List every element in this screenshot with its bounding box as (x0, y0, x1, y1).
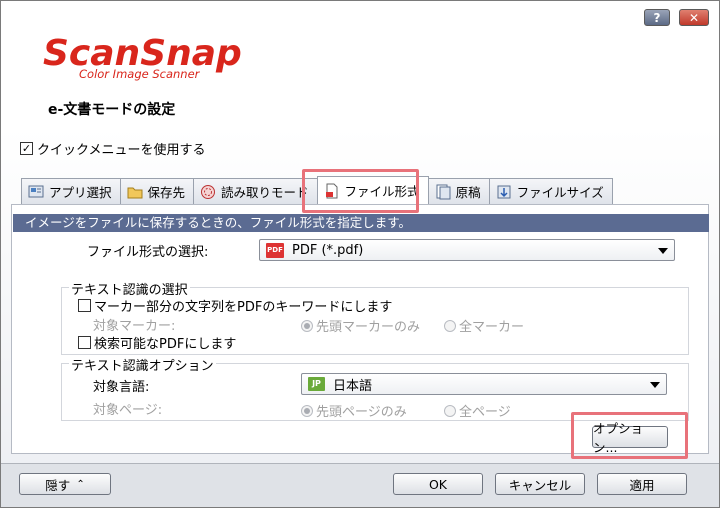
quick-menu-label: クイックメニューを使用する (37, 143, 206, 158)
pdf-icon: PDF (266, 242, 284, 258)
target-page-label: 対象ページ: (93, 403, 163, 418)
searchable-pdf-checkbox[interactable] (78, 336, 91, 349)
logo-tagline-text: Color Image Scanner (79, 67, 201, 81)
page-title: e-文書モードの設定 (48, 102, 176, 118)
language-icon: JP (308, 377, 325, 391)
text-options-group-label: テキスト認識オプション (69, 355, 216, 374)
tab-label: ファイル形式 (344, 184, 420, 199)
radio-button[interactable] (301, 404, 313, 417)
tab-document[interactable]: 原稿 (427, 178, 490, 204)
info-bar: イメージをファイルに保存するときの、ファイル形式を指定します。 (13, 214, 709, 232)
marker-keyword-option[interactable]: マーカー部分の文字列をPDFのキーワードにします (78, 296, 392, 315)
help-button[interactable]: ? (644, 9, 670, 26)
radio-button[interactable] (301, 319, 313, 332)
ok-button[interactable]: OK (393, 473, 483, 495)
cancel-button[interactable]: キャンセル (495, 473, 585, 495)
close-icon: ✕ (688, 10, 700, 25)
help-icon: ? (653, 10, 661, 25)
tab-bar: アプリ選択 保存先 読み取りモード ファイル形式 原稿 ファイルサイズ (21, 176, 613, 204)
scan-mode-icon (200, 184, 216, 200)
chevron-up-icon: ⌃ (76, 478, 85, 490)
file-format-value: PDF (*.pdf) (292, 242, 364, 258)
radio-button[interactable] (444, 319, 456, 332)
file-format-label: ファイル形式の選択: (87, 245, 209, 260)
radio-all-pages[interactable]: 全ページ (444, 401, 511, 420)
hide-button-label: 隠す (45, 477, 71, 493)
searchable-pdf-label: 検索可能なPDFにします (94, 337, 237, 352)
tab-file-format[interactable]: ファイル形式 (316, 176, 429, 204)
document-icon (435, 184, 451, 200)
target-language-select[interactable]: JP 日本語 (301, 373, 667, 395)
target-marker-label: 対象マーカー: (93, 319, 176, 334)
scansnap-logo: ScanSnap Color Image Scanner (43, 33, 242, 81)
tab-scan-mode[interactable]: 読み取りモード (193, 178, 318, 204)
close-button[interactable]: ✕ (679, 9, 709, 26)
tab-label: アプリ選択 (49, 185, 112, 200)
target-language-value: 日本語 (333, 378, 373, 394)
marker-keyword-label: マーカー部分の文字列をPDFのキーワードにします (94, 300, 393, 315)
tab-app-select[interactable]: アプリ選択 (21, 178, 121, 204)
file-size-icon (496, 184, 512, 200)
radio-label: 全マーカー (459, 320, 525, 335)
chevron-down-icon (658, 248, 668, 254)
tab-label: 原稿 (455, 185, 481, 200)
tab-save-location[interactable]: 保存先 (119, 178, 195, 204)
radio-first-marker[interactable]: 先頭マーカーのみ (301, 316, 420, 335)
file-format-select[interactable]: PDF PDF (*.pdf) (259, 239, 675, 261)
options-button[interactable]: オプション... (592, 421, 668, 455)
settings-window: ? ✕ ScanSnap Color Image Scanner e-文書モード… (0, 0, 720, 508)
searchable-pdf-option[interactable]: 検索可能なPDFにします (78, 333, 236, 352)
tab-label: 保存先 (147, 185, 186, 200)
quick-menu-option[interactable]: ✓ クイックメニューを使用する (20, 139, 205, 158)
radio-button[interactable] (444, 404, 456, 417)
folder-icon (127, 184, 143, 200)
tab-file-size[interactable]: ファイルサイズ (488, 178, 613, 204)
target-language-label: 対象言語: (93, 380, 150, 395)
file-format-icon (324, 183, 340, 199)
radio-label: 先頭ページのみ (316, 405, 407, 420)
hide-button[interactable]: 隠す ⌃ (19, 473, 111, 495)
radio-all-markers[interactable]: 全マーカー (444, 316, 524, 335)
radio-first-page[interactable]: 先頭ページのみ (301, 401, 407, 420)
marker-keyword-checkbox[interactable] (78, 299, 91, 312)
tab-label: ファイルサイズ (516, 185, 604, 200)
app-select-icon (28, 184, 44, 200)
tab-label: 読み取りモード (221, 185, 309, 200)
chevron-down-icon (650, 382, 660, 388)
quick-menu-checkbox[interactable]: ✓ (20, 142, 33, 155)
radio-label: 全ページ (459, 405, 511, 420)
radio-label: 先頭マーカーのみ (316, 320, 421, 335)
apply-button[interactable]: 適用 (597, 473, 687, 495)
